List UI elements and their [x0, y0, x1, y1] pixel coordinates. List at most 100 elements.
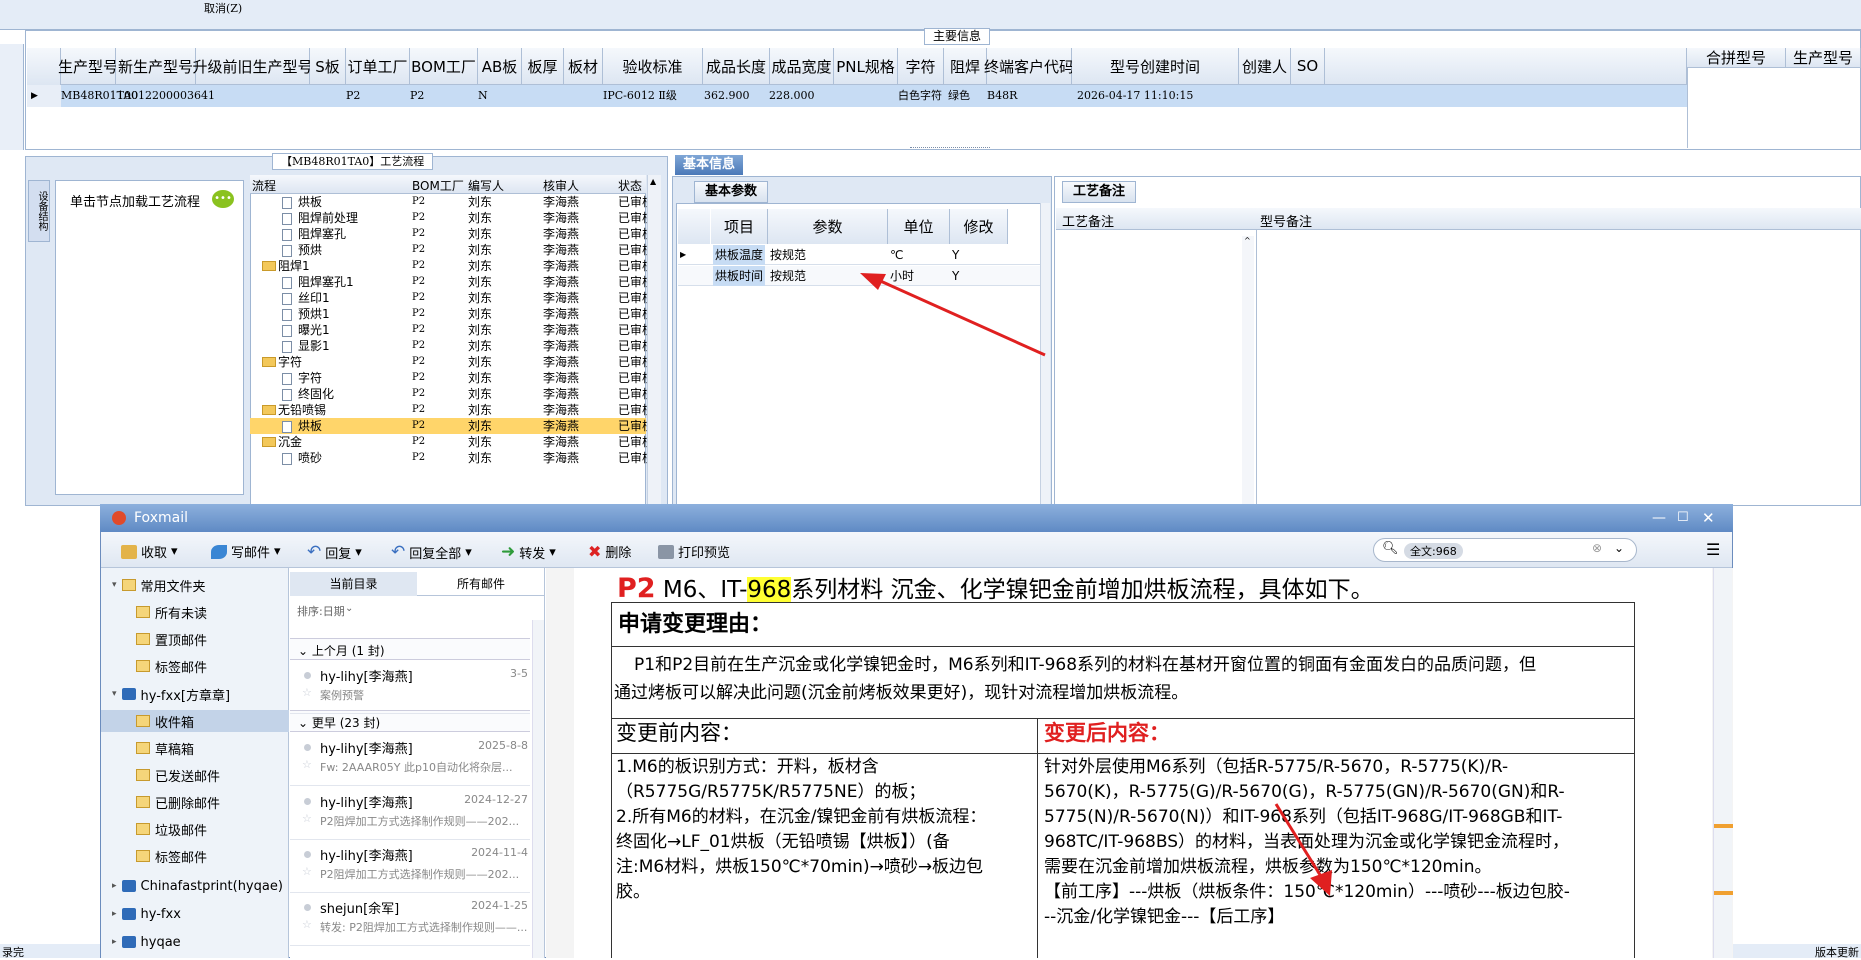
folder-item[interactable]: 置顶邮件	[136, 628, 207, 650]
grid-header-col[interactable]: 生产型号	[58, 48, 118, 85]
params-header-col[interactable]: 项目	[711, 209, 768, 244]
process-tree-row[interactable]: 预烘 P2 刘东 李海燕 已审核	[250, 242, 654, 258]
remark-scrollbar[interactable]: ^	[1242, 236, 1254, 506]
col-bom[interactable]: BOM工厂	[412, 177, 464, 194]
grid-cell[interactable]: 绿色	[948, 85, 970, 107]
process-tree-row[interactable]: 阻焊塞孔1 P2 刘东 李海燕 已审核	[250, 274, 654, 290]
menu-icon[interactable]: ☰	[1706, 540, 1720, 559]
grid-cell[interactable]: 362.900	[704, 85, 750, 107]
search-chip[interactable]: 全文:968	[1404, 543, 1463, 559]
compose-button[interactable]: 写邮件 ▾	[211, 542, 281, 561]
grid-cell[interactable]: 10012200003641	[117, 85, 215, 107]
grid-cell[interactable]: IPC-6012 Ⅱ级	[603, 85, 677, 107]
params-cell[interactable]: 烘板时间	[713, 266, 766, 286]
grid-header-col[interactable]: 验收标准	[603, 48, 703, 85]
tab-current-folder[interactable]: 当前目录	[290, 572, 417, 596]
forward-button[interactable]: ➜ 转发 ▾	[501, 542, 556, 562]
grid-header-col[interactable]: 板厚	[522, 48, 564, 85]
delete-button[interactable]: ✖ 删除	[588, 542, 631, 561]
grid-header-col[interactable]: PNL规格	[834, 48, 898, 85]
col-writer[interactable]: 编写人	[468, 177, 504, 194]
mail-list-item[interactable]: hy-lihy[李海燕] 2025-8-8 ☆ Fw: 2AAAR05Y 此p10自动…	[290, 736, 530, 786]
chevron-down-icon[interactable]: ▸	[112, 909, 117, 919]
group-last-month[interactable]: ⌄ 上个月 (1 封)	[290, 638, 530, 660]
mail-list-item[interactable]: hy-lihy[李海燕] 2024-11-4 ☆ P2阻焊加工方式选择制作规则——20…	[290, 843, 530, 893]
device-structure-tab[interactable]: 设备结构	[28, 180, 50, 242]
params-cell[interactable]: ℃	[890, 245, 903, 265]
chevron-down-icon[interactable]: ▸	[112, 881, 117, 891]
star-icon[interactable]: ☆	[302, 865, 312, 878]
grid-header-col[interactable]: BOM工厂	[410, 48, 478, 85]
folder-item[interactable]: 草稿箱	[136, 737, 194, 759]
process-tree-row[interactable]: 沉金 P2 刘东 李海燕 已审核	[250, 434, 654, 450]
grid-row-bg[interactable]	[61, 85, 1687, 107]
tab-basic-info[interactable]: 基本信息	[675, 155, 744, 175]
folder-item[interactable]: ▸ hyqae	[112, 931, 181, 953]
tab-process-remark[interactable]: 工艺备注	[1062, 181, 1137, 203]
merge-header-col[interactable]: 合拼型号	[1687, 48, 1786, 68]
minimize-icon[interactable]: —	[1652, 504, 1666, 532]
mail-list-item[interactable]: shejun[余军] 2024-1-25 ☆ 转发: P2阻焊加工方式选择制作规则——…	[290, 896, 530, 946]
grid-cell[interactable]: 228.000	[769, 85, 815, 107]
params-cell[interactable]: Y	[952, 245, 959, 265]
col-status[interactable]: 状态	[618, 177, 642, 194]
grid-header-col[interactable]: 型号创建时间	[1072, 48, 1239, 85]
col-flow[interactable]: 流程	[252, 177, 276, 194]
splitter-handle[interactable]	[910, 147, 990, 153]
grid-header-col[interactable]: 升级前旧生产型号	[193, 48, 313, 85]
grid-cell[interactable]: P2	[410, 85, 424, 107]
grid-header-col[interactable]: 字符	[898, 48, 944, 85]
grid-header-col[interactable]: 创建人	[1239, 48, 1291, 85]
folder-item[interactable]: 垃圾邮件	[136, 818, 207, 840]
grid-header-col[interactable]: SO	[1291, 48, 1325, 85]
process-tree-row[interactable]: 丝印1 P2 刘东 李海燕 已审核	[250, 290, 654, 306]
process-tree-row[interactable]: 阻焊前处理 P2 刘东 李海燕 已审核	[250, 210, 654, 226]
params-header-col[interactable]: 修改	[950, 209, 1008, 244]
grid-header-col[interactable]: AB板	[478, 48, 522, 85]
close-icon[interactable]: ✕	[1702, 504, 1715, 532]
chevron-down-icon[interactable]: ▾	[112, 580, 117, 590]
reading-scrollbar[interactable]	[1713, 568, 1733, 958]
params-cell[interactable]: 按规范	[770, 245, 806, 265]
grid-header-col[interactable]: 订单工厂	[346, 48, 410, 85]
print-preview-button[interactable]: 打印预览	[658, 542, 730, 561]
folder-item[interactable]: 收件箱	[101, 710, 289, 732]
process-tree-row[interactable]: 无铅喷锡 P2 刘东 李海燕 已审核	[250, 402, 654, 418]
grid-cell[interactable]: 2026-04-17 11:10:15	[1077, 85, 1193, 107]
folder-item[interactable]: 所有未读	[136, 601, 207, 623]
grid-cell[interactable]: P2	[346, 85, 360, 107]
star-icon[interactable]: ☆	[302, 918, 312, 931]
process-tree-row[interactable]: 字符 P2 刘东 李海燕 已审核	[250, 354, 654, 370]
mail-list-item[interactable]: hy-lihy[李海燕] 3-5 ☆ 案例预警	[290, 664, 530, 714]
grid-header-col[interactable]: 新生产型号	[116, 48, 196, 85]
grid-cell[interactable]: 白色字符	[898, 85, 942, 107]
merge-header-col[interactable]: 生产型号	[1786, 48, 1861, 68]
process-tree-row[interactable]: 烘板 P2 刘东 李海燕 已审核	[250, 418, 654, 434]
process-tree-row[interactable]: 阻焊塞孔 P2 刘东 李海燕 已审核	[250, 226, 654, 242]
grid-cell[interactable]: N	[478, 85, 488, 107]
params-header-col[interactable]: 单位	[888, 209, 950, 244]
params-header-col[interactable]: 参数	[768, 209, 888, 244]
params-cell[interactable]: 烘板温度	[713, 245, 766, 265]
grid-header-col[interactable]: 成品长度	[703, 48, 770, 85]
folder-item[interactable]: ▸ hy-fxx	[112, 903, 181, 925]
star-icon[interactable]: ☆	[302, 812, 312, 825]
folder-item[interactable]: ▾ hy-fxx[方章章]	[112, 683, 230, 705]
speech-bubble-icon[interactable]: •••	[212, 190, 234, 208]
process-tree-row[interactable]: 终固化 P2 刘东 李海燕 已审核	[250, 386, 654, 402]
grid-header-col[interactable]: 板材	[564, 48, 603, 85]
folder-item[interactable]: 已发送邮件	[136, 764, 220, 786]
folder-item[interactable]: ▾ 常用文件夹	[112, 574, 206, 596]
process-tree-row[interactable]: 烘板 P2 刘东 李海燕 已审核	[250, 194, 654, 210]
folder-item[interactable]: 已删除邮件	[136, 791, 220, 813]
mail-list-item[interactable]: hy-lihy[李海燕] 2024-12-27 ☆ P2阻焊加工方式选择制作规则——2…	[290, 790, 530, 840]
cancel-label[interactable]: 取消(Z)	[204, 0, 242, 16]
process-tree-row[interactable]: 预烘1 P2 刘东 李海燕 已审核	[250, 306, 654, 322]
chevron-down-icon[interactable]: ⌄	[345, 603, 353, 614]
search-box[interactable]: 🔍︎ 全文:968 ⊗ ⌄	[1373, 538, 1637, 562]
search-options-icon[interactable]: ⌄	[1614, 541, 1624, 555]
grid-header-col[interactable]: S板	[310, 48, 346, 85]
chevron-down-icon[interactable]: ▾	[112, 689, 117, 699]
folder-item[interactable]: 标签邮件	[136, 845, 207, 867]
params-cell[interactable]: 按规范	[770, 266, 806, 286]
